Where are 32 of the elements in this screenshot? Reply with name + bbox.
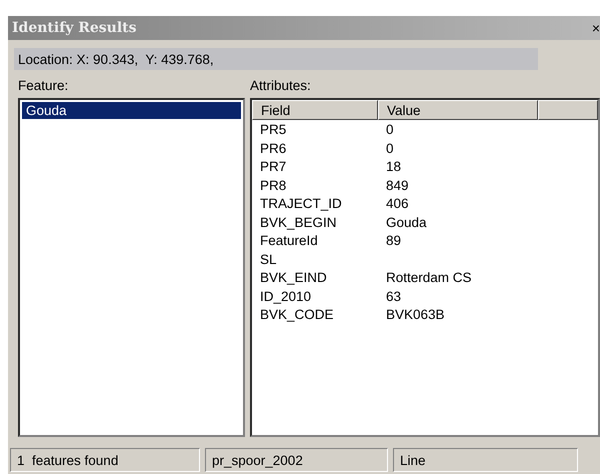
- table-cell-text: PR6: [259, 140, 288, 158]
- table-cell-text: 0: [385, 140, 394, 158]
- column-header[interactable]: Value: [378, 100, 538, 120]
- status-panel: Line: [393, 448, 578, 472]
- status-panel: 1 features found: [10, 448, 200, 472]
- table-cell-text: 89: [385, 232, 402, 250]
- feature-label: Feature:: [18, 78, 70, 92]
- table-cell-text: PR8: [259, 176, 288, 194]
- table-cell-text: PR7: [259, 158, 288, 176]
- table-cell-text: BVK063B: [385, 306, 445, 324]
- table-cell-text: Gouda: [385, 214, 427, 232]
- table-cell-text: 406: [385, 195, 409, 213]
- table-cell-text: ID_2010: [259, 288, 312, 306]
- table-cell-text: PR5: [259, 121, 288, 139]
- table-cell-text: 18: [385, 158, 402, 176]
- table-cell-text: 0: [385, 121, 394, 139]
- table-cell-text: BVK_CODE: [259, 306, 335, 324]
- feature-item[interactable]: Gouda: [22, 102, 241, 119]
- table-cell-text: 849: [385, 176, 409, 194]
- close-button[interactable]: ×: [592, 20, 600, 36]
- table-cell-text: BVK_BEGIN: [259, 214, 338, 232]
- window-title: Identify Results: [12, 20, 137, 36]
- location-field: Location: X: 90.343, Y: 439.768,: [14, 48, 538, 70]
- table-cell-text: BVK_EIND: [259, 269, 328, 287]
- table-cell-text: FeatureId: [259, 232, 319, 250]
- column-header[interactable]: Field: [252, 100, 378, 120]
- attributes-label: Attributes:: [250, 78, 311, 92]
- table-cell-text: TRAJECT_ID: [259, 195, 343, 213]
- table-cell-text: 63: [385, 288, 402, 306]
- table-cell-text: Rotterdam CS: [385, 269, 472, 287]
- table-cell-text: SL: [259, 250, 278, 268]
- status-panel: pr_spoor_2002: [205, 448, 388, 472]
